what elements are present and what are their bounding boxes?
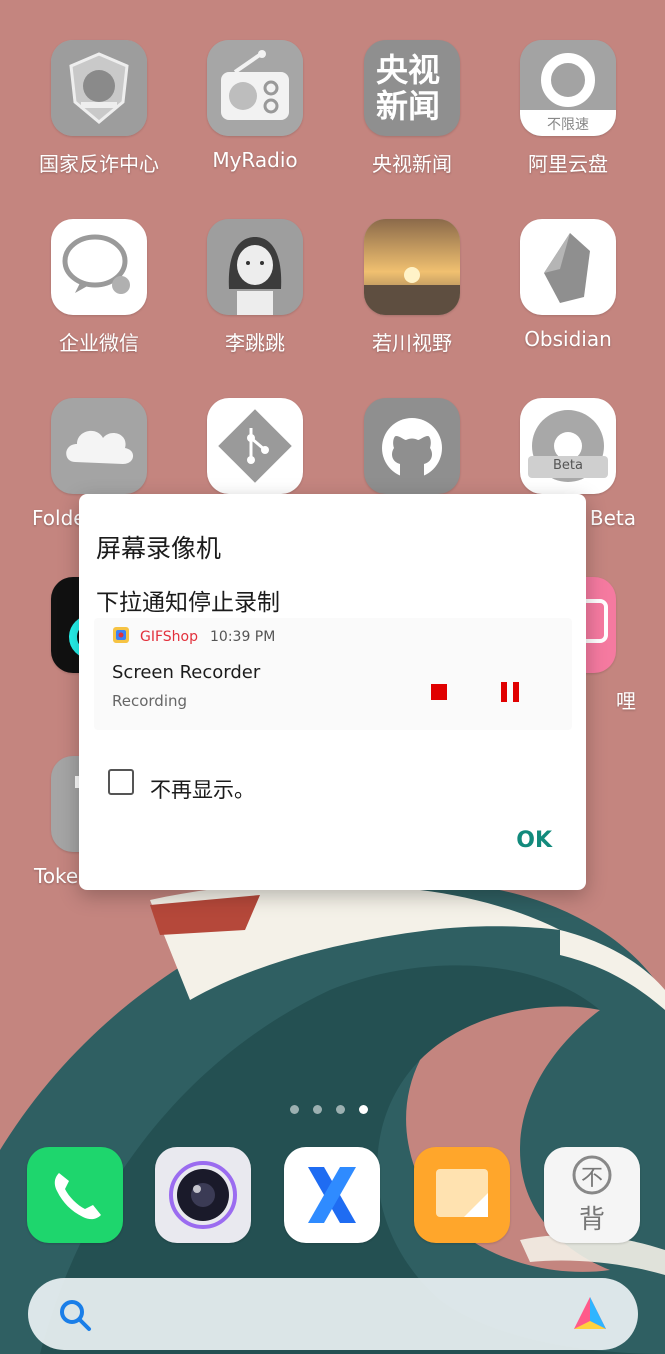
- page-dot[interactable]: [290, 1105, 299, 1114]
- bubei-icon-text-bottom: 背: [578, 1205, 605, 1235]
- home-search-bar[interactable]: [28, 1278, 638, 1350]
- notification-title: Screen Recorder: [112, 662, 261, 683]
- notification-preview: GIFShop 10:39 PM Screen Recorder Recordi…: [94, 618, 572, 730]
- dialog-message: 下拉通知停止录制: [96, 590, 280, 616]
- notification-time: 10:39 PM: [210, 629, 276, 645]
- app-cctv-news[interactable]: 央视 新闻 央视新闻: [342, 40, 482, 177]
- dialog-title: 屏幕录像机: [96, 534, 222, 563]
- page-indicator: [290, 1105, 368, 1114]
- assistant-icon[interactable]: [570, 1295, 610, 1333]
- search-icon: [60, 1300, 91, 1331]
- page-dot[interactable]: [336, 1105, 345, 1114]
- app-aliyun-drive[interactable]: 不限速 阿里云盘: [498, 40, 638, 177]
- cloud-icon: [51, 398, 147, 494]
- dock-x-browser[interactable]: [262, 1147, 402, 1243]
- notification-app-name: GIFShop: [140, 629, 198, 645]
- cctv-icon-text-1: 央视: [376, 51, 441, 89]
- x-browser-icon: [284, 1147, 380, 1243]
- app-obsidian[interactable]: Obsidian: [498, 219, 638, 351]
- wecom-icon: [51, 219, 147, 315]
- phone-icon: [27, 1147, 123, 1243]
- camera-icon: [155, 1147, 251, 1243]
- sunset-photo-icon: [364, 219, 460, 315]
- bubei-icon: 不 背: [544, 1147, 640, 1243]
- github-icon: [364, 398, 460, 494]
- app-label: 若川视野: [372, 331, 452, 355]
- gifshop-icon: [113, 627, 129, 643]
- notification-subtitle: Recording: [112, 692, 188, 710]
- app-label: MyRadio: [212, 148, 298, 172]
- anti-fraud-app-icon: [51, 40, 147, 136]
- app-wecom[interactable]: 企业微信: [29, 219, 169, 356]
- dont-show-again-label[interactable]: 不再显示。: [150, 774, 255, 804]
- cctv-news-icon: 央视 新闻: [364, 40, 460, 136]
- app-label: 阿里云盘: [528, 152, 608, 176]
- beta-badge-text: Beta: [553, 458, 583, 473]
- aliyun-badge-text: 不限速: [547, 117, 589, 133]
- notes-icon: [414, 1147, 510, 1243]
- pause-recording-icon[interactable]: [499, 682, 521, 702]
- cctv-icon-text-2: 新闻: [376, 87, 441, 125]
- page-dot-active[interactable]: [359, 1105, 368, 1114]
- app-github[interactable]: [342, 398, 482, 494]
- app-git[interactable]: [185, 398, 325, 494]
- radio-icon: [207, 40, 303, 136]
- ok-button[interactable]: OK: [516, 828, 552, 853]
- dock-camera[interactable]: [133, 1147, 273, 1243]
- dock-bubei[interactable]: 不 背: [522, 1147, 662, 1243]
- stop-recording-icon[interactable]: [431, 684, 447, 700]
- aliyun-drive-icon: 不限速: [520, 40, 616, 136]
- app-label: 企业微信: [59, 331, 139, 355]
- app-label: 李跳跳: [225, 331, 285, 355]
- git-icon: [207, 398, 303, 494]
- bubei-icon-text-top: 不: [580, 1166, 603, 1191]
- dock-notes[interactable]: [392, 1147, 532, 1243]
- girl-avatar-icon: [207, 219, 303, 315]
- app-label: 央视新闻: [372, 152, 452, 176]
- app-label: 国家反诈中心: [39, 152, 159, 176]
- app-ruochuan[interactable]: 若川视野: [342, 219, 482, 356]
- app-guojia-fanzha[interactable]: 国家反诈中心: [29, 40, 169, 177]
- app-litiaotiao[interactable]: 李跳跳: [185, 219, 325, 356]
- page-dot[interactable]: [313, 1105, 322, 1114]
- dont-show-again-checkbox[interactable]: [108, 769, 134, 795]
- app-myradio[interactable]: MyRadio: [185, 40, 325, 172]
- obsidian-icon: [520, 219, 616, 315]
- screen-recorder-dialog: 屏幕录像机 下拉通知停止录制 GIFShop 10:39 PM Screen R…: [79, 494, 586, 890]
- chrome-beta-icon: Beta: [520, 398, 616, 494]
- dock-phone[interactable]: [5, 1147, 145, 1243]
- app-label: Obsidian: [524, 327, 612, 351]
